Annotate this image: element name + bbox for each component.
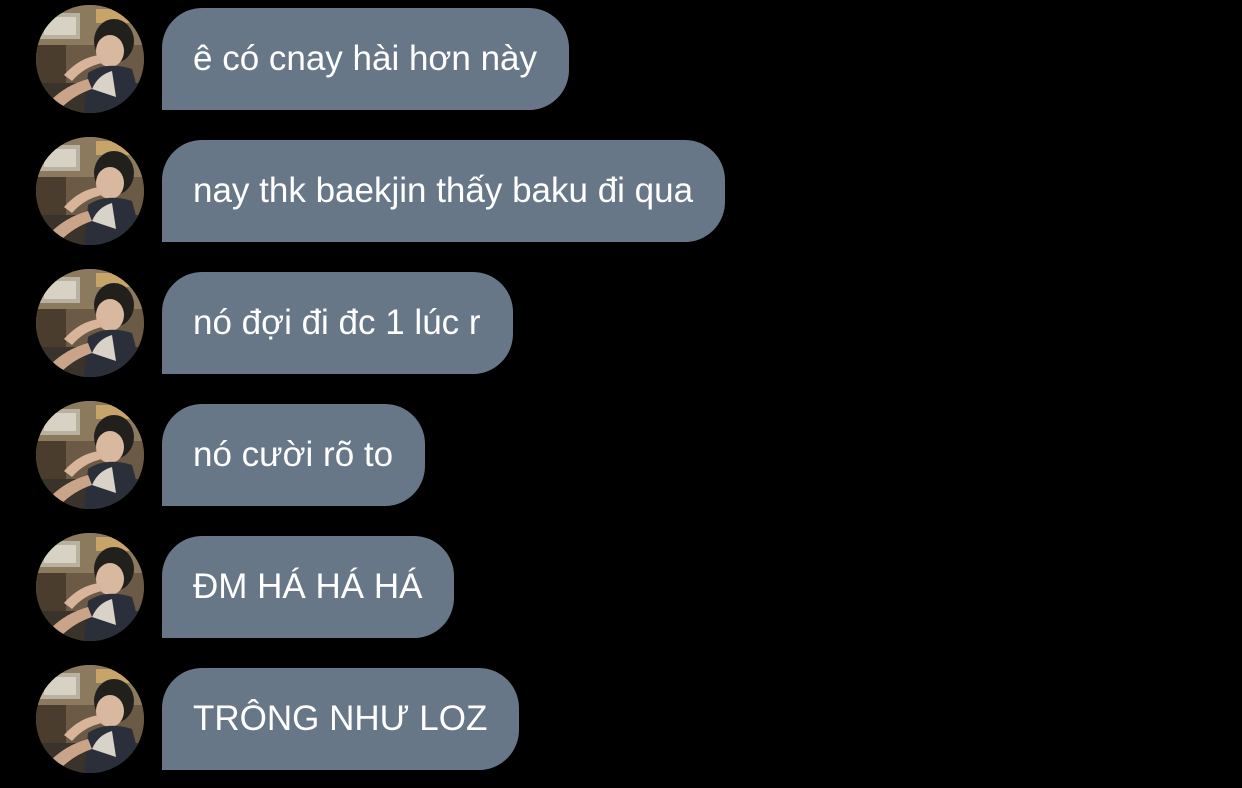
avatar-photo [36, 5, 144, 113]
message-thread: ê có cnay hài hơn này nay thk baekjin th… [0, 0, 1242, 788]
sender-avatar[interactable] [36, 401, 144, 509]
message-bubble[interactable]: ĐM HÁ HÁ HÁ [162, 536, 455, 638]
avatar-photo [36, 269, 144, 377]
message-row: ĐM HÁ HÁ HÁ [36, 533, 455, 641]
message-row: ê có cnay hài hơn này [36, 5, 570, 113]
sender-avatar[interactable] [36, 137, 144, 245]
sender-avatar[interactable] [36, 665, 144, 773]
avatar-photo [36, 533, 144, 641]
sender-avatar[interactable] [36, 5, 144, 113]
sender-avatar[interactable] [36, 269, 144, 377]
message-row: nó cười rõ to [36, 401, 426, 509]
message-row: nay thk baekjin thấy baku đi qua [36, 137, 726, 245]
message-row: nó đợi đi đc 1 lúc r [36, 269, 513, 377]
message-bubble[interactable]: nó đợi đi đc 1 lúc r [162, 272, 513, 374]
avatar-photo [36, 665, 144, 773]
avatar-photo [36, 137, 144, 245]
message-bubble[interactable]: nay thk baekjin thấy baku đi qua [162, 140, 726, 242]
message-bubble[interactable]: ê có cnay hài hơn này [162, 8, 570, 110]
avatar-photo [36, 401, 144, 509]
message-bubble[interactable]: TRÔNG NHƯ LOZ [162, 668, 520, 770]
sender-avatar[interactable] [36, 533, 144, 641]
message-bubble[interactable]: nó cười rõ to [162, 404, 426, 506]
message-row: TRÔNG NHƯ LOZ [36, 665, 520, 773]
